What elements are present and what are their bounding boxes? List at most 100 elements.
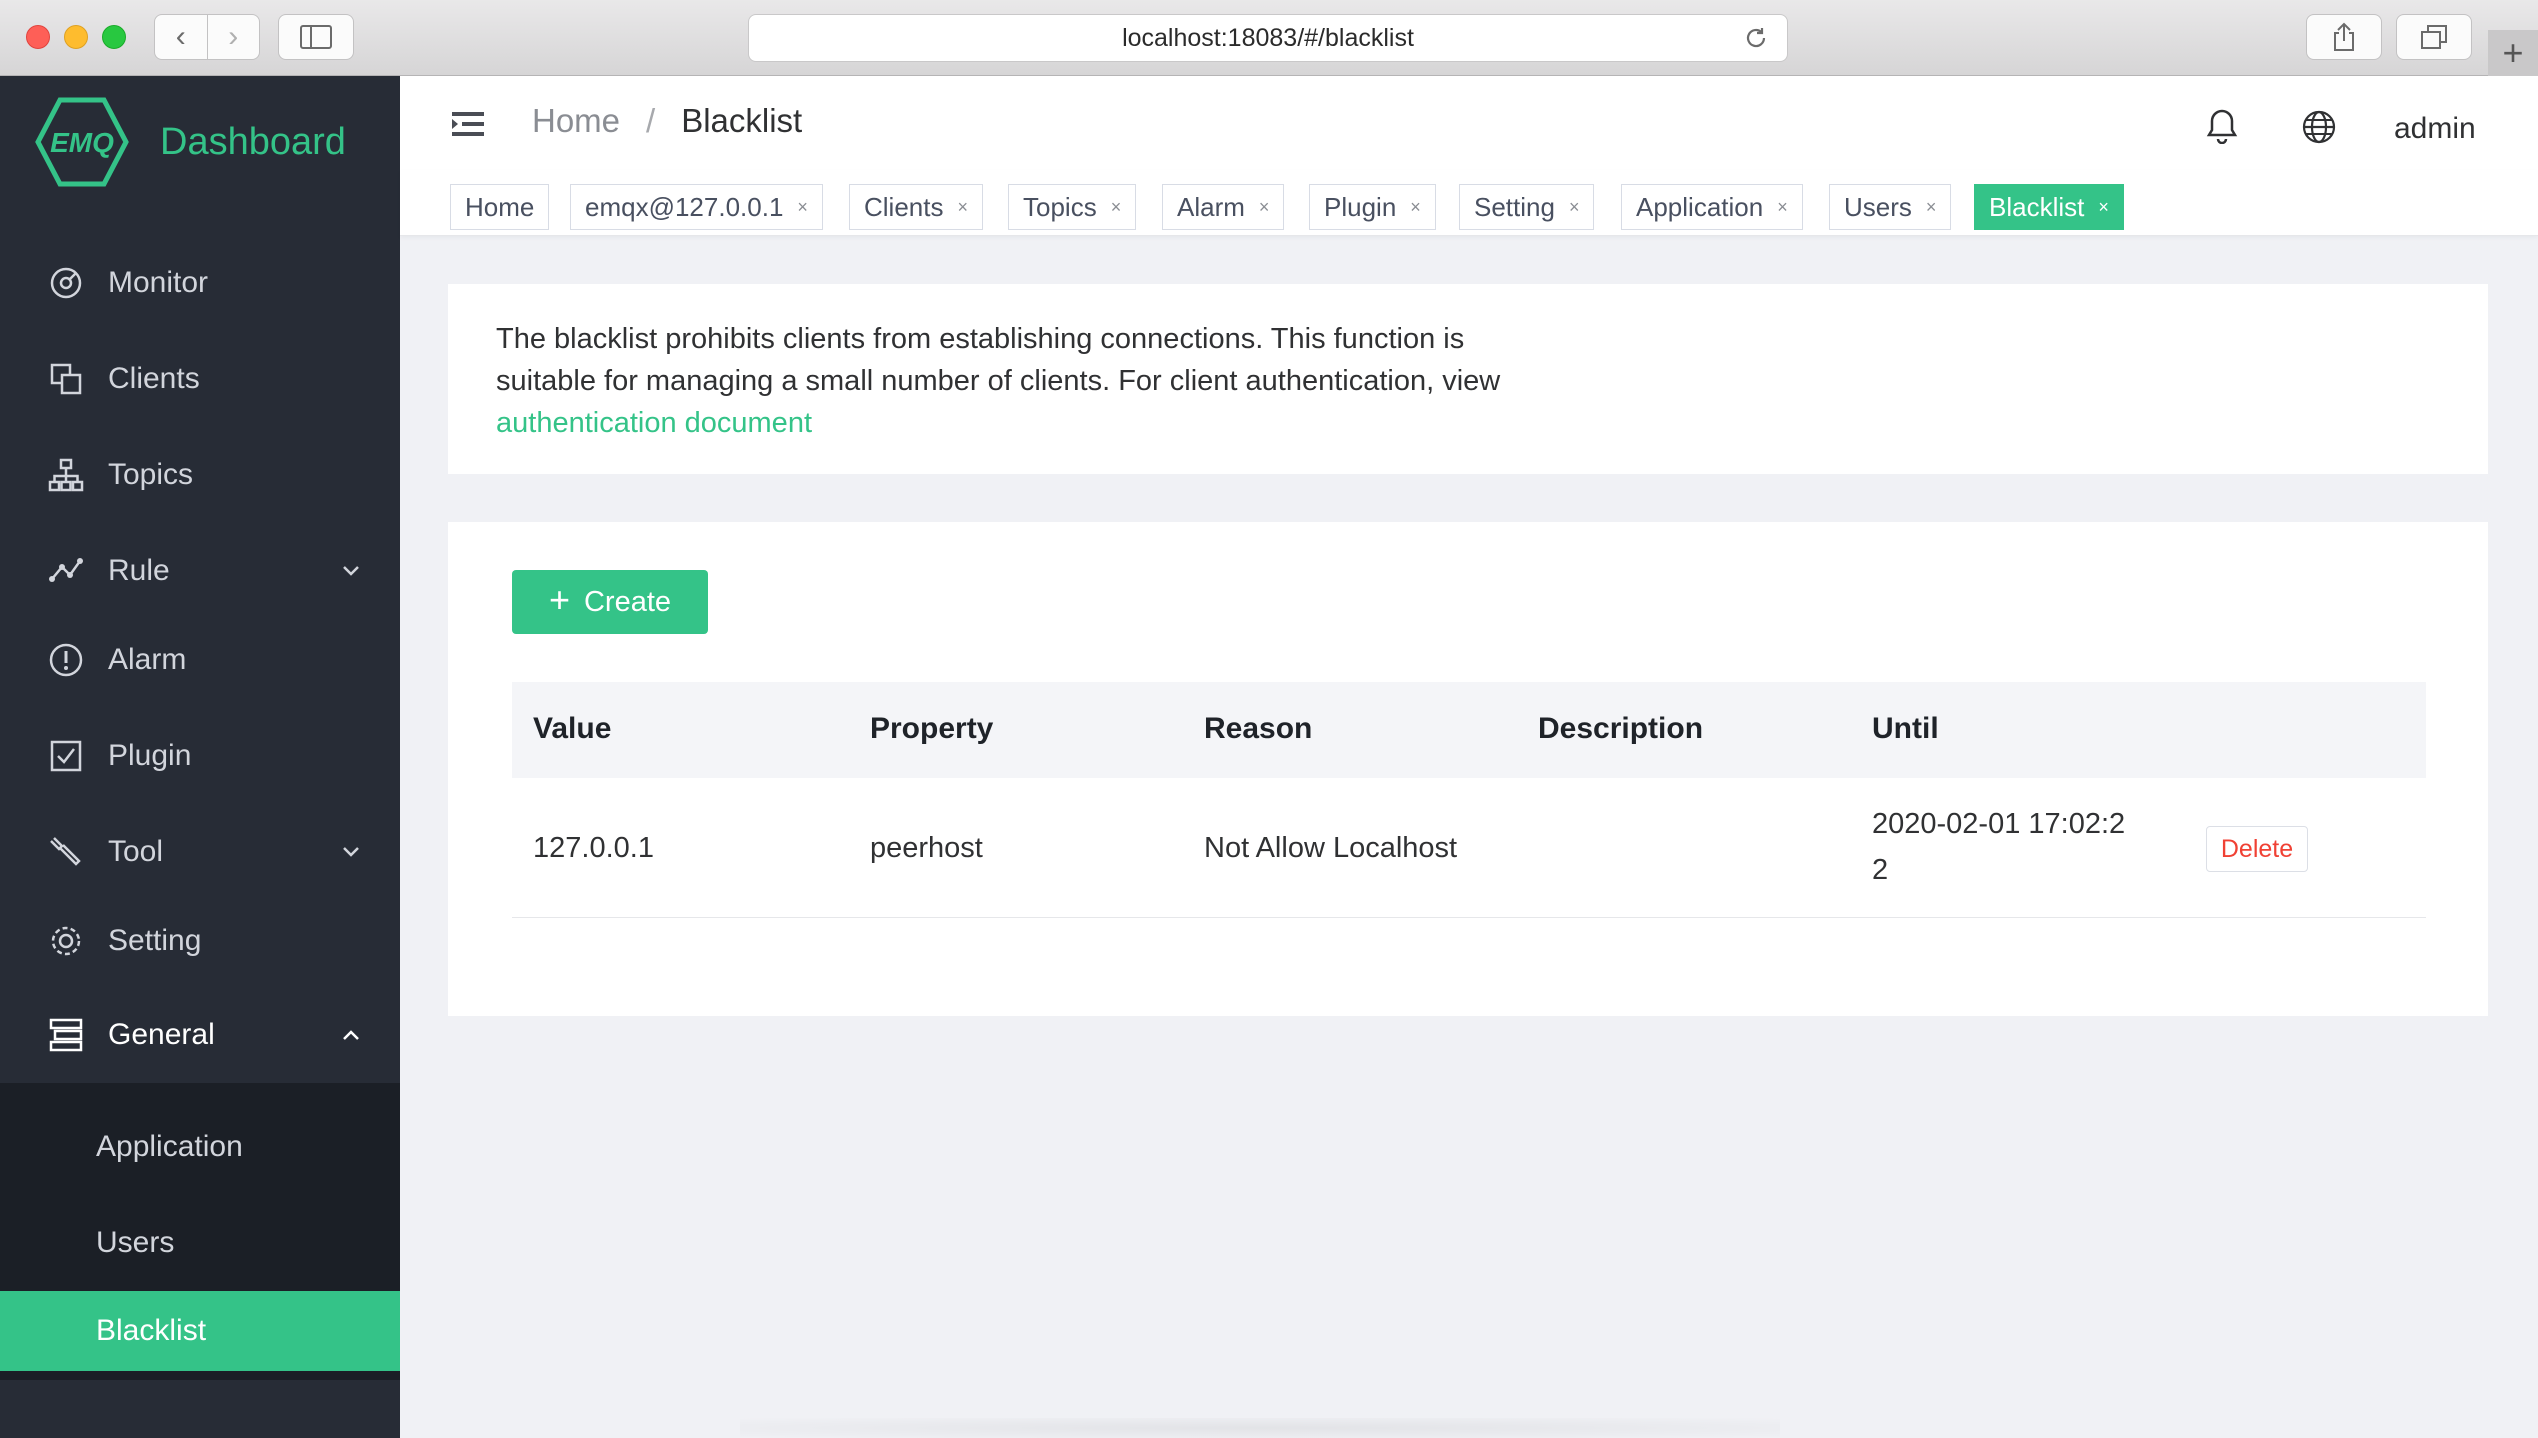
- column-header-value: Value: [533, 712, 612, 745]
- breadcrumb-home[interactable]: Home: [532, 102, 620, 140]
- tag-clients[interactable]: Clients ×: [849, 184, 983, 230]
- blacklist-card: + Create Value Property Reason Descripti…: [448, 522, 2488, 1016]
- page-bottom-shadow: [740, 1418, 1780, 1438]
- create-button[interactable]: + Create: [512, 570, 708, 634]
- rule-icon: [49, 558, 83, 582]
- clients-icon: [50, 363, 82, 395]
- tag-label: Users: [1844, 191, 1912, 222]
- tag-label: Topics: [1023, 191, 1097, 222]
- reload-icon[interactable]: [1743, 25, 1769, 51]
- top-header: Home / Blacklist admin: [400, 76, 2538, 170]
- close-icon[interactable]: ×: [2098, 197, 2109, 218]
- sidebar-item-label: Tool: [108, 835, 164, 868]
- tag-application[interactable]: Application ×: [1621, 184, 1803, 230]
- tag-setting[interactable]: Setting ×: [1459, 184, 1595, 230]
- sidebar-item-label: Clients: [108, 362, 200, 395]
- address-bar[interactable]: localhost:18083/#/blacklist: [748, 14, 1788, 62]
- sidebar-item-rule[interactable]: Rule: [0, 523, 400, 619]
- menu-collapse-icon[interactable]: [452, 110, 484, 138]
- tags-view: Home emqx@127.0.0.1 × Clients × Topics ×…: [400, 170, 2538, 236]
- close-icon[interactable]: ×: [1410, 197, 1421, 218]
- sidebar-item-monitor[interactable]: Monitor: [0, 235, 400, 331]
- sidebar-item-general[interactable]: General: [0, 987, 400, 1083]
- gear-icon: [51, 926, 81, 956]
- table-header: Value Property Reason Description Until: [512, 682, 2426, 778]
- table-row: 127.0.0.1 peerhost Not Allow Localhost 2…: [512, 778, 2426, 918]
- minimize-window-button[interactable]: [64, 25, 88, 49]
- column-header-property: Property: [870, 712, 994, 745]
- sidebar-subitem-blacklist[interactable]: Blacklist: [0, 1291, 400, 1371]
- bell-icon[interactable]: [2206, 108, 2238, 144]
- cell-reason: Not Allow Localhost: [1204, 832, 1458, 864]
- tag-node[interactable]: emqx@127.0.0.1 ×: [570, 184, 823, 230]
- sidebar-item-setting[interactable]: Setting: [0, 893, 400, 989]
- create-button-label: Create: [583, 585, 672, 618]
- sidebar-toggle-button[interactable]: [278, 14, 354, 60]
- breadcrumb-separator: /: [646, 102, 656, 139]
- description-card: The blacklist prohibits clients from est…: [448, 284, 2488, 474]
- close-icon[interactable]: ×: [1926, 197, 1937, 218]
- breadcrumb: Home / Blacklist: [532, 102, 802, 140]
- close-icon[interactable]: ×: [1111, 197, 1122, 218]
- tag-label: Home: [465, 191, 535, 222]
- sidebar-item-alarm[interactable]: Alarm: [0, 612, 400, 708]
- sidebar-item-topics[interactable]: Topics: [0, 427, 400, 523]
- authentication-document-link[interactable]: authentication document: [496, 407, 812, 439]
- globe-icon[interactable]: [2302, 110, 2336, 144]
- monitor-icon: [50, 267, 82, 299]
- url-text: localhost:18083/#/blacklist: [1122, 23, 1414, 52]
- close-icon[interactable]: ×: [957, 197, 968, 218]
- tab-overview-button[interactable]: [2396, 14, 2472, 60]
- logo-text: Dashboard: [160, 120, 346, 163]
- sidebar-item-plugin[interactable]: Plugin: [0, 708, 400, 804]
- logo-badge-text: EMQ: [50, 127, 114, 158]
- sidebar-item-label: General: [108, 1018, 215, 1051]
- general-submenu: Application Users Blacklist: [0, 1083, 400, 1380]
- emq-logo-icon: EMQ: [35, 97, 129, 187]
- close-window-button[interactable]: [26, 25, 50, 49]
- sidebar-subitem-users[interactable]: Users: [0, 1203, 400, 1283]
- tag-home[interactable]: Home: [450, 184, 550, 230]
- tag-label: Setting: [1474, 191, 1555, 222]
- sidebar-item-label: Alarm: [108, 643, 187, 676]
- tag-blacklist[interactable]: Blacklist ×: [1974, 184, 2124, 230]
- tag-label: Alarm: [1177, 191, 1245, 222]
- sidebar: EMQ Dashboard Monitor Clients Topics Rul…: [0, 76, 400, 1438]
- alarm-icon: [49, 643, 83, 677]
- breadcrumb-current: Blacklist: [681, 102, 803, 139]
- column-header-description: Description: [1538, 712, 1704, 745]
- chevron-up-icon: [343, 1030, 359, 1040]
- close-icon[interactable]: ×: [1259, 197, 1270, 218]
- tabs-icon: [2421, 25, 2447, 49]
- tag-topics[interactable]: Topics ×: [1008, 184, 1137, 230]
- delete-button[interactable]: Delete: [2206, 826, 2308, 872]
- browser-toolbar: ‹ › localhost:18083/#/blacklist +: [0, 0, 2538, 76]
- forward-button[interactable]: ›: [206, 15, 260, 59]
- tag-label: Clients: [864, 191, 944, 222]
- close-icon[interactable]: ×: [1777, 197, 1788, 218]
- tag-users[interactable]: Users ×: [1829, 184, 1952, 230]
- cell-property: peerhost: [870, 832, 983, 864]
- cell-until-line2: 2: [1872, 854, 1889, 886]
- user-menu[interactable]: admin: [2394, 112, 2476, 146]
- sidebar-item-tool[interactable]: Tool: [0, 804, 400, 900]
- logo[interactable]: EMQ Dashboard: [34, 94, 346, 190]
- new-tab-button[interactable]: +: [2488, 30, 2538, 76]
- close-icon[interactable]: ×: [797, 197, 808, 218]
- share-icon: [2334, 22, 2354, 51]
- zoom-window-button[interactable]: [102, 25, 126, 49]
- tool-icon: [50, 837, 81, 866]
- tag-alarm[interactable]: Alarm ×: [1162, 184, 1285, 230]
- tag-label: Blacklist: [1989, 191, 2085, 222]
- topics-icon: [48, 458, 84, 492]
- sidebar-item-label: Rule: [108, 554, 170, 587]
- sidebar-item-clients[interactable]: Clients: [0, 331, 400, 427]
- sidebar-subitem-application[interactable]: Application: [0, 1107, 400, 1187]
- tag-label: Plugin: [1324, 191, 1397, 222]
- share-button[interactable]: [2306, 14, 2382, 60]
- close-icon[interactable]: ×: [1569, 197, 1580, 218]
- tag-plugin[interactable]: Plugin ×: [1309, 184, 1436, 230]
- blacklist-description: The blacklist prohibits clients from est…: [496, 318, 1536, 444]
- chevron-down-icon: [343, 566, 359, 576]
- back-button[interactable]: ‹: [155, 15, 207, 59]
